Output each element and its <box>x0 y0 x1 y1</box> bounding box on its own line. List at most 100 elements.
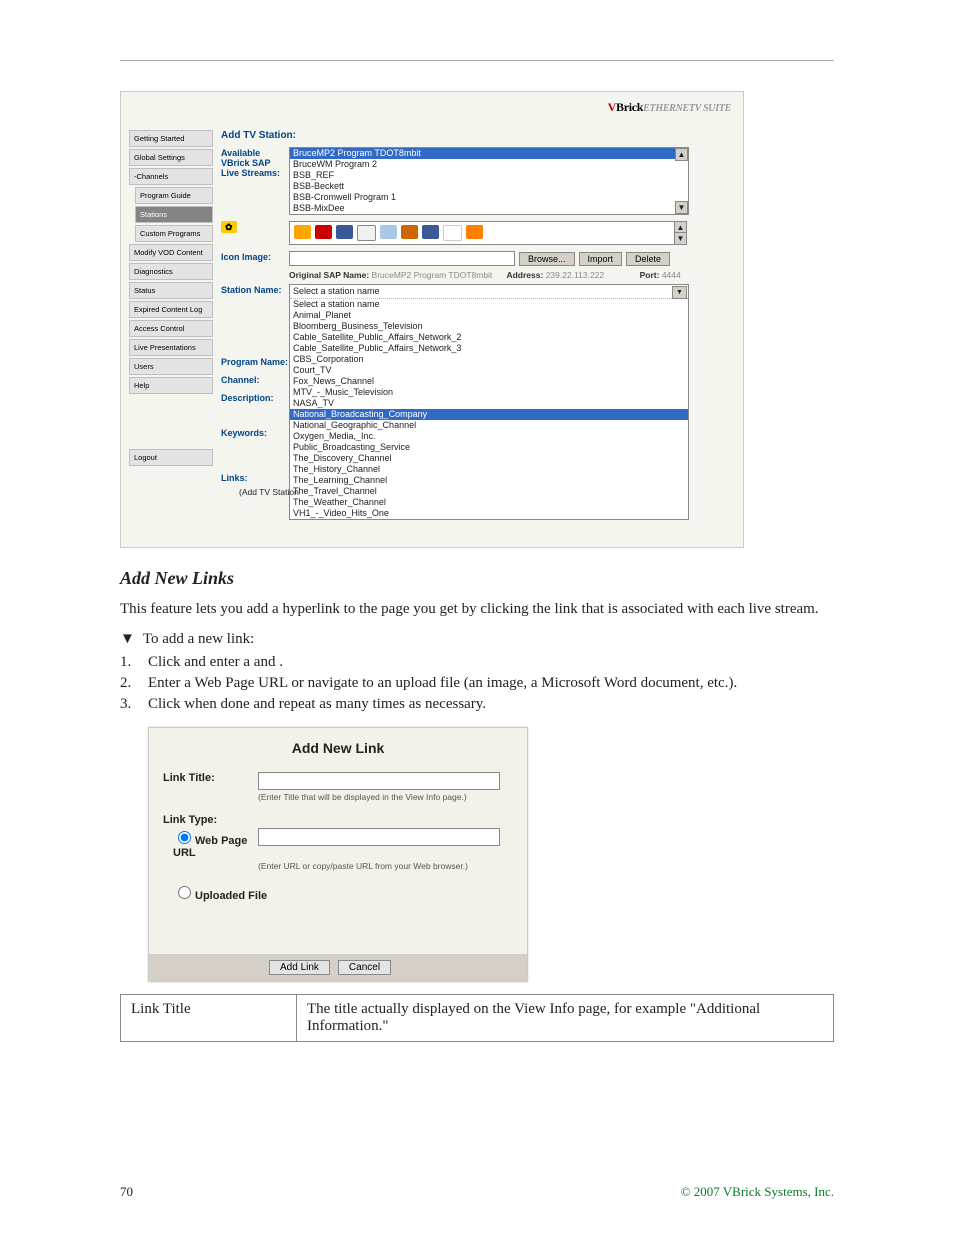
station-emoji-icon: ✿ <box>221 221 237 233</box>
available-streams-label: Available VBrick SAP Live Streams: <box>221 147 289 178</box>
station-option[interactable]: The_History_Channel <box>290 464 688 475</box>
nav-expired-content-log[interactable]: Expired Content Log <box>129 301 213 318</box>
icon-thumb[interactable] <box>336 225 353 239</box>
icon-thumb[interactable] <box>401 225 418 239</box>
nav-logout[interactable]: Logout <box>129 449 213 466</box>
icon-thumb[interactable] <box>357 225 376 241</box>
station-option[interactable]: The_Discovery_Channel <box>290 453 688 464</box>
stream-option[interactable]: BSB-Cromwell Program 1 <box>290 192 688 203</box>
station-option[interactable]: Cable_Satellite_Public_Affairs_Network_3 <box>290 343 688 354</box>
icon-image-strip[interactable] <box>289 221 687 245</box>
copyright: © 2007 VBrick Systems, Inc. <box>681 1184 834 1200</box>
links-label: Links: <box>221 472 289 487</box>
import-button[interactable]: Import <box>579 252 623 266</box>
station-option[interactable]: National_Geographic_Channel <box>290 420 688 431</box>
chevron-down-icon[interactable]: ▼ <box>672 286 687 299</box>
icon-thumb[interactable] <box>315 225 332 239</box>
stream-option[interactable]: BSB_REF <box>290 170 688 181</box>
delete-button[interactable]: Delete <box>626 252 670 266</box>
station-name-label: Station Name: <box>221 284 289 295</box>
nav-users[interactable]: Users <box>129 358 213 375</box>
web-url-input[interactable] <box>258 828 500 846</box>
stream-option[interactable]: BruceMP2 Program TDOT8mbit <box>290 148 688 159</box>
station-option[interactable]: The_Learning_Channel <box>290 475 688 486</box>
nav-stations[interactable]: Stations <box>135 206 213 223</box>
cancel-button[interactable]: Cancel <box>338 960 391 975</box>
station-option[interactable]: VH1_-_Video_Hits_One <box>290 508 688 519</box>
step-item: 2.Enter a Web Page URL or navigate to an… <box>120 675 834 692</box>
radio-web-url[interactable]: Web Page URL <box>173 828 258 859</box>
station-option[interactable]: The_Travel_Channel <box>290 486 688 497</box>
stream-option[interactable]: BSB-Whitegate-NTSC <box>290 214 688 215</box>
nav-live-presentations[interactable]: Live Presentations <box>129 339 213 356</box>
triangle-bullet-icon: ▼ <box>120 631 135 648</box>
station-option[interactable]: CBS_Corporation <box>290 354 688 365</box>
nav-diagnostics[interactable]: Diagnostics <box>129 263 213 280</box>
nav-global-settings[interactable]: Global Settings <box>129 149 213 166</box>
keywords-label: Keywords: <box>221 427 289 458</box>
icon-image-label: Icon Image: <box>221 251 289 262</box>
section-heading: Add New Links <box>120 568 834 589</box>
station-name-select[interactable]: Select a station name ▼ Select a station… <box>289 284 689 520</box>
live-streams-listbox[interactable]: BruceMP2 Program TDOT8mbit BruceWM Progr… <box>289 147 689 215</box>
link-title-hint: (Enter Title that will be displayed in t… <box>258 792 513 802</box>
radio-uploaded-file[interactable]: Uploaded File <box>173 883 267 902</box>
browse-button[interactable]: Browse... <box>519 252 575 266</box>
link-title-label: Link Title: <box>163 772 258 784</box>
station-option[interactable]: Cable_Satellite_Public_Affairs_Network_2 <box>290 332 688 343</box>
admin-screenshot: VBrickETHERNETV SUITE Getting Started Gl… <box>120 91 744 548</box>
web-url-hint: (Enter URL or copy/paste URL from your W… <box>258 861 513 871</box>
stream-option[interactable]: BruceWM Program 2 <box>290 159 688 170</box>
scroll-up-icon[interactable]: ▲ <box>675 148 688 161</box>
add-link-button[interactable]: Add Link <box>269 960 330 975</box>
scroll-down-icon[interactable]: ▼ <box>674 232 687 245</box>
table-key: Link Title <box>121 995 297 1042</box>
icon-thumb[interactable] <box>380 225 397 239</box>
nav-custom-programs[interactable]: Custom Programs <box>135 225 213 242</box>
table-value: The title actually displayed on the View… <box>297 995 834 1042</box>
nav-access-control[interactable]: Access Control <box>129 320 213 337</box>
side-navigation: Getting Started Global Settings -Channel… <box>129 130 213 468</box>
link-type-label: Link Type: <box>163 814 258 826</box>
intro-paragraph: This feature lets you add a hyperlink to… <box>120 599 834 619</box>
form-title: Add TV Station: <box>221 130 733 141</box>
icon-thumb[interactable] <box>466 225 483 239</box>
station-option[interactable]: National_Broadcasting_Company <box>290 409 688 420</box>
link-title-input[interactable] <box>258 772 500 790</box>
procedure-heading: ▼To add a new link: <box>120 631 834 648</box>
scroll-down-icon[interactable]: ▼ <box>675 201 688 214</box>
program-name-label: Program Name: <box>221 356 289 374</box>
nav-help[interactable]: Help <box>129 377 213 394</box>
stream-option[interactable]: BSB-Beckett <box>290 181 688 192</box>
link-title-table: Link Title The title actually displayed … <box>120 994 834 1042</box>
dialog-title: Add New Link <box>149 728 527 764</box>
station-option[interactable]: Public_Broadcasting_Service <box>290 442 688 453</box>
station-option[interactable]: Oxygen_Media,_Inc. <box>290 431 688 442</box>
brand-logo: VBrickETHERNETV SUITE <box>608 100 731 115</box>
icon-thumb[interactable] <box>443 225 462 241</box>
nav-channels[interactable]: -Channels <box>129 168 213 185</box>
step-item: 1. Click and enter a and . <box>120 654 834 671</box>
station-option[interactable]: Bloomberg_Business_Television <box>290 321 688 332</box>
icon-thumb[interactable] <box>422 225 439 239</box>
nav-getting-started[interactable]: Getting Started <box>129 130 213 147</box>
icon-image-field[interactable] <box>289 251 515 266</box>
nav-status[interactable]: Status <box>129 282 213 299</box>
station-option[interactable]: MTV_-_Music_Television <box>290 387 688 398</box>
nav-program-guide[interactable]: Program Guide <box>135 187 213 204</box>
station-option[interactable]: Select a station name <box>290 299 688 310</box>
step-item: 3. Click when done and repeat as many ti… <box>120 696 834 713</box>
station-option[interactable]: Court_TV <box>290 365 688 376</box>
sap-meta: Original SAP Name: BruceMP2 Program TDOT… <box>221 268 733 284</box>
stream-option[interactable]: BSB-MixDee <box>290 203 688 214</box>
station-option[interactable]: Fox_News_Channel <box>290 376 688 387</box>
nav-modify-vod[interactable]: Modify VOD Content <box>129 244 213 261</box>
station-option[interactable]: NASA_TV <box>290 398 688 409</box>
icon-thumb[interactable] <box>294 225 311 239</box>
description-label: Description: <box>221 392 289 427</box>
station-option[interactable]: Animal_Planet <box>290 310 688 321</box>
station-option[interactable]: The_Weather_Channel <box>290 497 688 508</box>
add-new-link-dialog: Add New Link Link Title: (Enter Title th… <box>148 727 528 982</box>
page-number: 70 <box>120 1184 133 1200</box>
channel-label: Channel: <box>221 374 289 392</box>
